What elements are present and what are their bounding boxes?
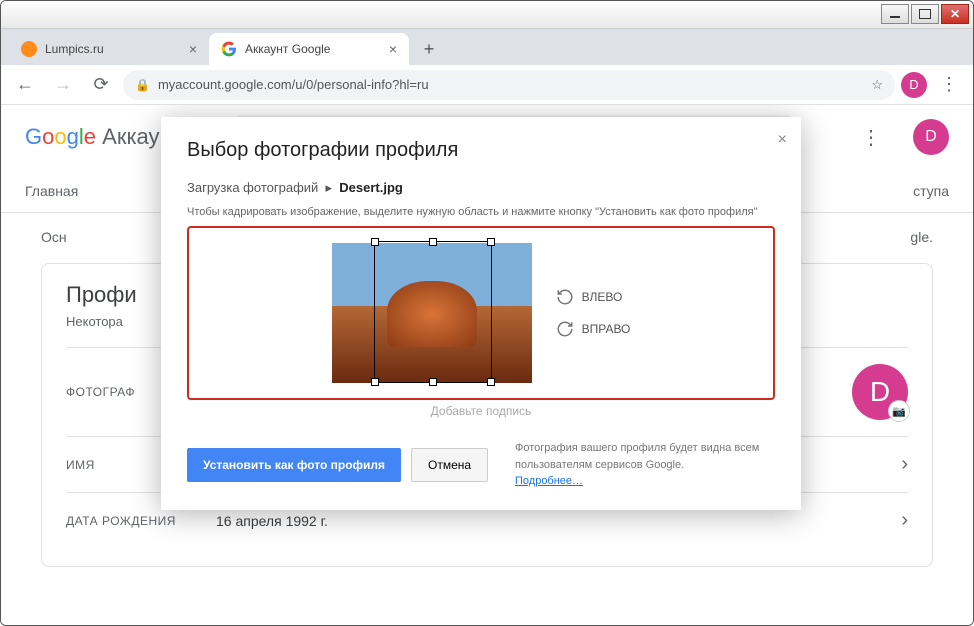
breadcrumb-upload[interactable]: Загрузка фотографий: [187, 180, 318, 195]
rotate-right-icon: [556, 320, 574, 338]
row-label: ДАТА РОЖДЕНИЯ: [66, 514, 216, 528]
address-bar[interactable]: 🔒 myaccount.google.com/u/0/personal-info…: [123, 70, 895, 100]
rotate-left-icon: [556, 288, 574, 306]
tab-label: Аккаунт Google: [245, 42, 381, 56]
image-preview[interactable]: [332, 243, 532, 383]
profile-photo-thumb[interactable]: D 📷: [852, 364, 908, 420]
crop-handle-tl[interactable]: [371, 238, 379, 246]
nav-home[interactable]: Главная: [25, 183, 78, 199]
new-tab-button[interactable]: +: [415, 35, 443, 63]
tab-lumpics[interactable]: Lumpics.ru ×: [9, 33, 209, 65]
tab-google-account[interactable]: Аккаунт Google ×: [209, 33, 409, 65]
window-titlebar: [1, 1, 973, 29]
intro-text-right: gle.: [910, 229, 933, 245]
modal-info-text: Фотография вашего профиля будет видна вс…: [515, 440, 775, 490]
page-more-menu[interactable]: ⋮: [853, 119, 889, 155]
favicon-lumpics: [21, 41, 37, 57]
tab-label: Lumpics.ru: [45, 42, 181, 56]
photo-picker-modal: × Выбор фотографии профиля Загрузка фото…: [161, 117, 801, 510]
crop-area: ВЛЕВО ВПРАВО: [187, 226, 775, 400]
tab-strip: Lumpics.ru × Аккаунт Google × +: [1, 29, 973, 65]
window-minimize[interactable]: [881, 4, 909, 24]
crop-handle-tm[interactable]: [429, 238, 437, 246]
breadcrumb-file: Desert.jpg: [339, 180, 403, 195]
account-avatar[interactable]: D: [913, 119, 949, 155]
nav-access-cut[interactable]: ступа: [913, 183, 949, 199]
nav-forward[interactable]: →: [47, 69, 79, 101]
modal-title: Выбор фотографии профиля: [187, 139, 775, 162]
learn-more-link[interactable]: Подробнее…: [515, 475, 583, 487]
lock-icon: 🔒: [135, 78, 150, 92]
window-maximize[interactable]: [911, 4, 939, 24]
browser-menu[interactable]: ⋮: [933, 69, 965, 101]
window-close[interactable]: [941, 4, 969, 24]
crop-handle-tr[interactable]: [487, 238, 495, 246]
intro-text-left: Осн: [41, 229, 67, 245]
crop-selection[interactable]: [374, 241, 492, 383]
close-tab-icon[interactable]: ×: [189, 41, 197, 57]
nav-back[interactable]: ←: [9, 69, 41, 101]
nav-reload[interactable]: ⟳: [85, 69, 117, 101]
cancel-button[interactable]: Отмена: [411, 448, 488, 482]
browser-profile-avatar[interactable]: D: [901, 72, 927, 98]
modal-close-button[interactable]: ×: [778, 131, 787, 149]
add-caption-link[interactable]: Добавьте подпись: [187, 404, 775, 418]
camera-icon: 📷: [888, 400, 910, 422]
close-tab-icon[interactable]: ×: [389, 41, 397, 57]
modal-breadcrumb: Загрузка фотографий ▸ Desert.jpg: [187, 180, 775, 196]
google-logo: Google Аккаунт: [25, 124, 182, 150]
chevron-right-icon: ›: [901, 453, 908, 476]
crop-hint-text: Чтобы кадрировать изображение, выделите …: [187, 206, 775, 218]
rotate-left-button[interactable]: ВЛЕВО: [556, 288, 631, 306]
crop-handle-br[interactable]: [487, 378, 495, 386]
chevron-right-icon: ›: [901, 509, 908, 532]
rotate-right-button[interactable]: ВПРАВО: [556, 320, 631, 338]
crop-handle-bm[interactable]: [429, 378, 437, 386]
star-icon[interactable]: ☆: [871, 77, 883, 93]
url-text: myaccount.google.com/u/0/personal-info?h…: [158, 77, 429, 92]
browser-toolbar: ← → ⟳ 🔒 myaccount.google.com/u/0/persona…: [1, 65, 973, 105]
crop-handle-bl[interactable]: [371, 378, 379, 386]
row-value: 16 апреля 1992 г.: [216, 513, 328, 529]
favicon-google: [221, 41, 237, 57]
set-as-profile-photo-button[interactable]: Установить как фото профиля: [187, 448, 401, 482]
